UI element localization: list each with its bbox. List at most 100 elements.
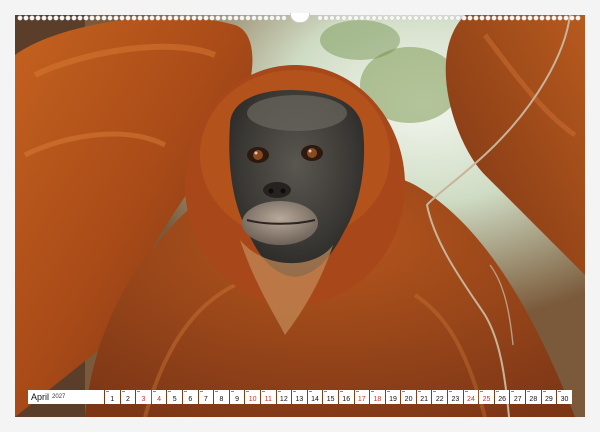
day-number: 24 bbox=[467, 396, 475, 403]
day-cell-25: 25 bbox=[479, 390, 494, 404]
binding-hole bbox=[54, 16, 58, 20]
binding-hole bbox=[282, 16, 286, 20]
day-cell-20: 20 bbox=[401, 390, 416, 404]
day-tick bbox=[121, 391, 125, 392]
binding-hole bbox=[408, 16, 412, 20]
day-tick bbox=[339, 391, 343, 392]
binding-hole bbox=[468, 16, 472, 20]
day-tick bbox=[495, 391, 499, 392]
day-cell-4: 4 bbox=[151, 390, 167, 404]
binding-hole bbox=[162, 16, 166, 20]
day-cell-16: 16 bbox=[338, 390, 354, 404]
binding-hole bbox=[348, 16, 352, 20]
binding-hole bbox=[234, 16, 238, 20]
day-tick bbox=[277, 391, 281, 392]
binding-hole bbox=[480, 16, 484, 20]
day-number: 28 bbox=[529, 396, 538, 403]
day-number: 12 bbox=[279, 396, 288, 403]
day-number: 27 bbox=[513, 396, 522, 403]
day-cell-3: 3 bbox=[136, 390, 151, 404]
day-number: 10 bbox=[248, 396, 257, 403]
binding-hole bbox=[540, 16, 544, 20]
day-number: 13 bbox=[295, 396, 304, 403]
day-tick bbox=[558, 391, 562, 392]
binding-hole bbox=[522, 16, 526, 20]
day-number: 15 bbox=[326, 396, 335, 403]
binding-hole bbox=[192, 16, 196, 20]
binding-hole bbox=[270, 16, 274, 20]
binding-hole bbox=[108, 16, 112, 20]
binding-hole bbox=[96, 16, 100, 20]
day-cell-2: 2 bbox=[120, 390, 136, 404]
binding-hole bbox=[204, 16, 208, 20]
binding-hole bbox=[558, 16, 562, 20]
binding-hole bbox=[276, 16, 280, 20]
binding-hole bbox=[198, 16, 202, 20]
orangutan-photo bbox=[15, 15, 585, 417]
day-tick bbox=[261, 391, 265, 392]
day-number: 22 bbox=[435, 396, 444, 403]
day-tick bbox=[293, 391, 297, 392]
day-tick bbox=[199, 391, 203, 392]
binding-hole bbox=[384, 16, 388, 20]
day-cell-12: 12 bbox=[276, 390, 292, 404]
day-cell-19: 19 bbox=[385, 390, 401, 404]
day-tick bbox=[308, 391, 312, 392]
day-cell-18: 18 bbox=[370, 390, 385, 404]
day-cell-26: 26 bbox=[494, 390, 510, 404]
day-cell-27: 27 bbox=[510, 390, 526, 404]
binding-hole bbox=[576, 16, 580, 20]
binding-hole bbox=[570, 16, 574, 20]
day-number: 11 bbox=[264, 396, 272, 403]
binding-hole bbox=[456, 16, 460, 20]
binding-hole bbox=[492, 16, 496, 20]
binding-hole bbox=[60, 16, 64, 20]
binding-hole bbox=[354, 16, 358, 20]
day-number: 1 bbox=[110, 396, 115, 403]
binding-hole bbox=[132, 16, 136, 20]
day-tick bbox=[433, 391, 437, 392]
day-number: 29 bbox=[545, 396, 553, 403]
binding-hole bbox=[474, 16, 478, 20]
day-number: 16 bbox=[342, 396, 351, 403]
day-cell-6: 6 bbox=[182, 390, 198, 404]
day-tick bbox=[137, 391, 141, 392]
binding-hole bbox=[552, 16, 556, 20]
binding-hole bbox=[438, 16, 442, 20]
binding-hole bbox=[366, 16, 370, 20]
day-tick bbox=[417, 391, 421, 392]
binding-hole bbox=[72, 16, 76, 20]
binding-hole bbox=[564, 16, 568, 20]
day-tick bbox=[106, 391, 109, 392]
day-cell-30: 30 bbox=[557, 390, 572, 404]
binding-hole bbox=[528, 16, 532, 20]
day-tick bbox=[527, 391, 531, 392]
binding-hole bbox=[168, 16, 172, 20]
binding-hole bbox=[462, 16, 466, 20]
binding-hole bbox=[228, 16, 232, 20]
day-cell-5: 5 bbox=[167, 390, 182, 404]
day-number: 9 bbox=[235, 396, 239, 403]
binding-hole bbox=[150, 16, 154, 20]
day-number: 8 bbox=[219, 396, 224, 403]
day-cell-28: 28 bbox=[526, 390, 541, 404]
binding-hole bbox=[18, 16, 22, 20]
day-number: 3 bbox=[141, 396, 146, 403]
day-cell-7: 7 bbox=[198, 390, 214, 404]
binding-hole bbox=[330, 16, 334, 20]
day-number: 14 bbox=[311, 396, 319, 403]
binding-hole bbox=[216, 16, 220, 20]
day-tick bbox=[230, 391, 234, 392]
binding-hole bbox=[486, 16, 490, 20]
day-tick bbox=[511, 391, 515, 392]
binding-hole bbox=[210, 16, 214, 20]
day-number: 23 bbox=[451, 396, 460, 403]
day-number: 30 bbox=[560, 396, 569, 403]
day-number: 17 bbox=[357, 396, 366, 403]
month-label: April 2027 bbox=[28, 390, 104, 404]
binding-hole bbox=[324, 16, 328, 20]
day-tick bbox=[480, 391, 484, 392]
binding-hole bbox=[126, 16, 130, 20]
binding-hole bbox=[510, 16, 514, 20]
day-tick bbox=[246, 391, 250, 392]
